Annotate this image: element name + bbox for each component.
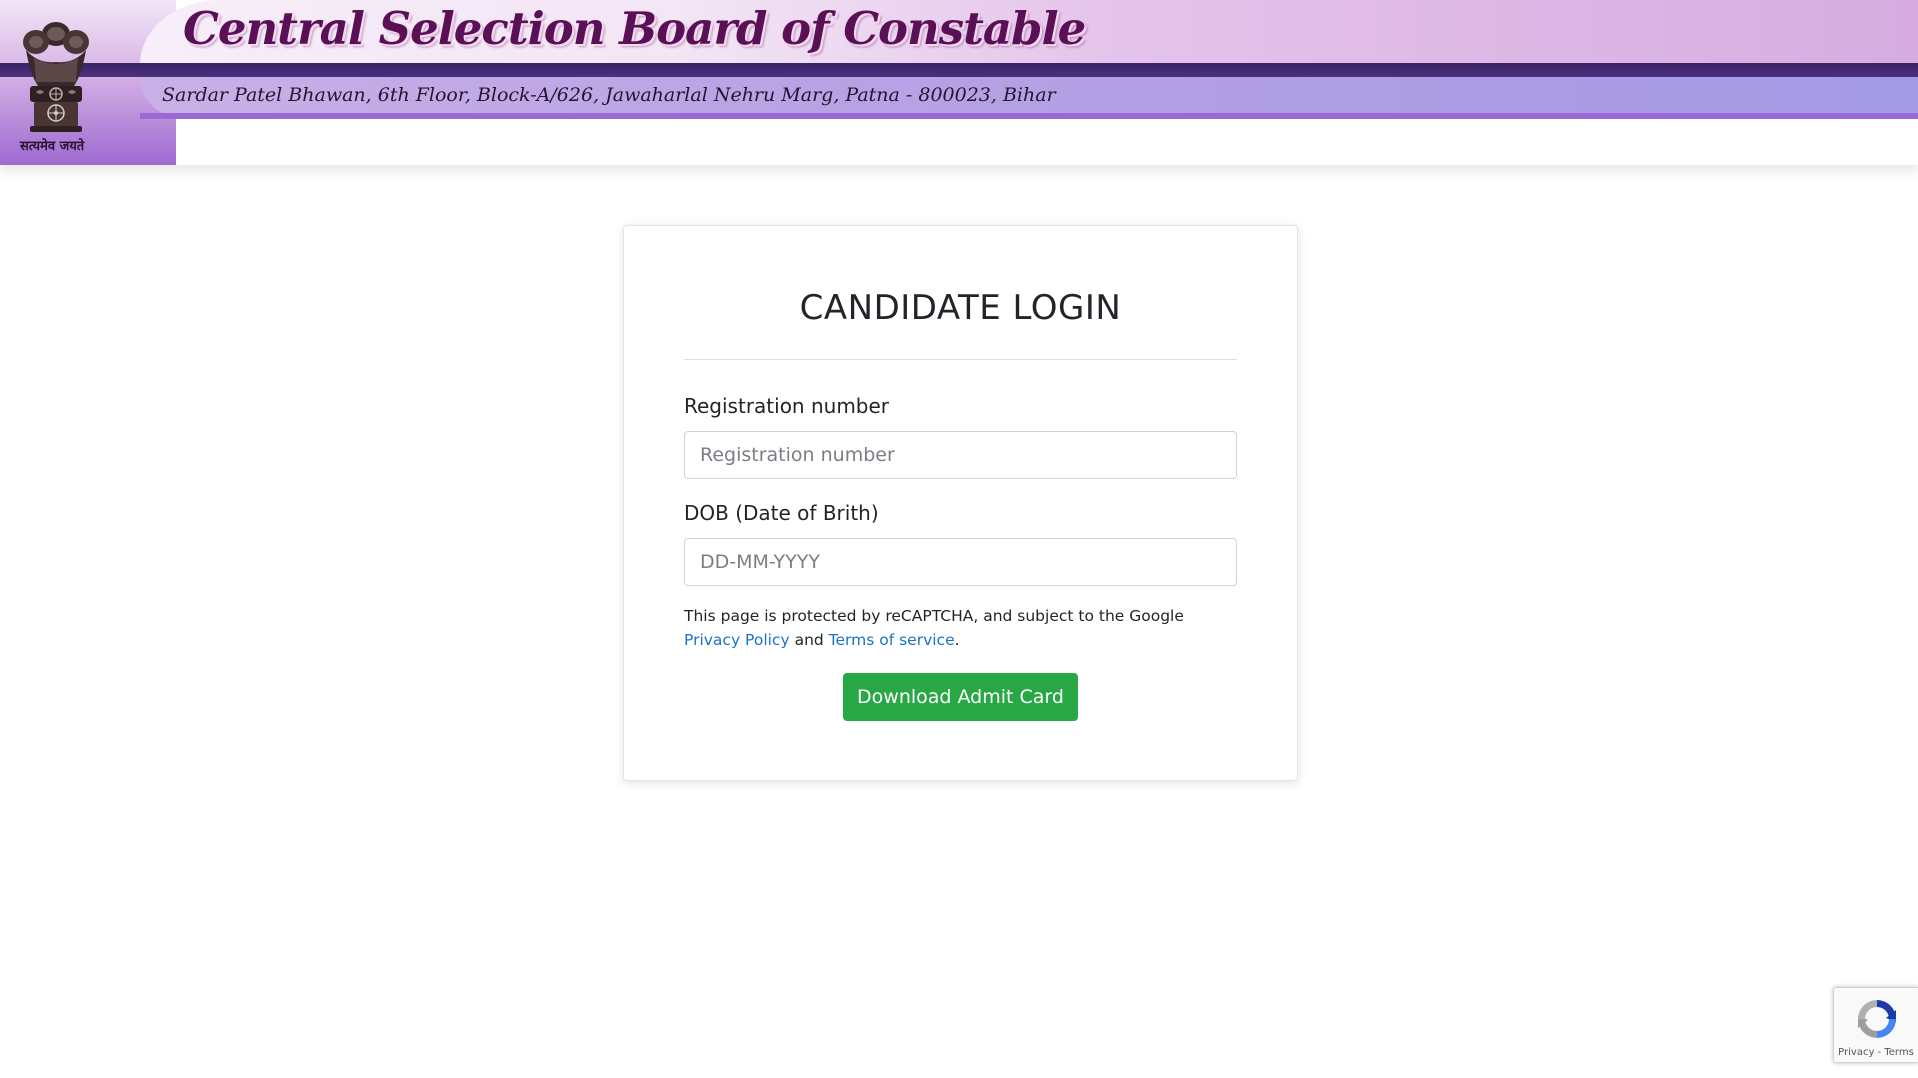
dob-input[interactable]: [684, 538, 1237, 586]
recaptcha-logo-icon: [1858, 1000, 1896, 1038]
terms-of-service-link[interactable]: Terms of service: [829, 631, 955, 649]
login-card: CANDIDATE LOGIN Registration number DOB …: [623, 225, 1298, 781]
registration-number-input[interactable]: [684, 431, 1237, 479]
recaptcha-notice: This page is protected by reCAPTCHA, and…: [684, 604, 1240, 652]
download-admit-card-button[interactable]: Download Admit Card: [843, 673, 1078, 721]
header-white-curve: [176, 119, 1918, 165]
recaptcha-links-separator: -: [1874, 1047, 1885, 1058]
recaptcha-privacy-link[interactable]: Privacy: [1838, 1047, 1874, 1058]
header-divider-stripe: [0, 63, 1918, 77]
recaptcha-terms-link[interactable]: Terms: [1884, 1047, 1913, 1058]
ashoka-emblem-icon: [23, 22, 89, 132]
site-title: Central Selection Board of Constable: [183, 2, 1086, 55]
emblem-motto: सत्यमेव जयते: [20, 139, 85, 154]
recaptcha-notice-text: This page is protected by reCAPTCHA, and…: [684, 607, 1184, 625]
dob-label: DOB (Date of Brith): [684, 501, 879, 525]
registration-number-label: Registration number: [684, 394, 890, 418]
site-header: Central Selection Board of Constable Sar…: [0, 0, 1918, 165]
recaptcha-badge-links: Privacy - Terms: [1834, 1047, 1918, 1058]
site-address: Sardar Patel Bhawan, 6th Floor, Block-A/…: [162, 84, 1056, 106]
title-divider: [684, 359, 1237, 360]
recaptcha-badge[interactable]: Privacy - Terms: [1833, 987, 1918, 1063]
privacy-policy-link[interactable]: Privacy Policy: [684, 631, 790, 649]
login-title: CANDIDATE LOGIN: [799, 288, 1122, 328]
recaptcha-notice-period: .: [954, 631, 960, 649]
recaptcha-notice-and: and: [789, 631, 829, 649]
